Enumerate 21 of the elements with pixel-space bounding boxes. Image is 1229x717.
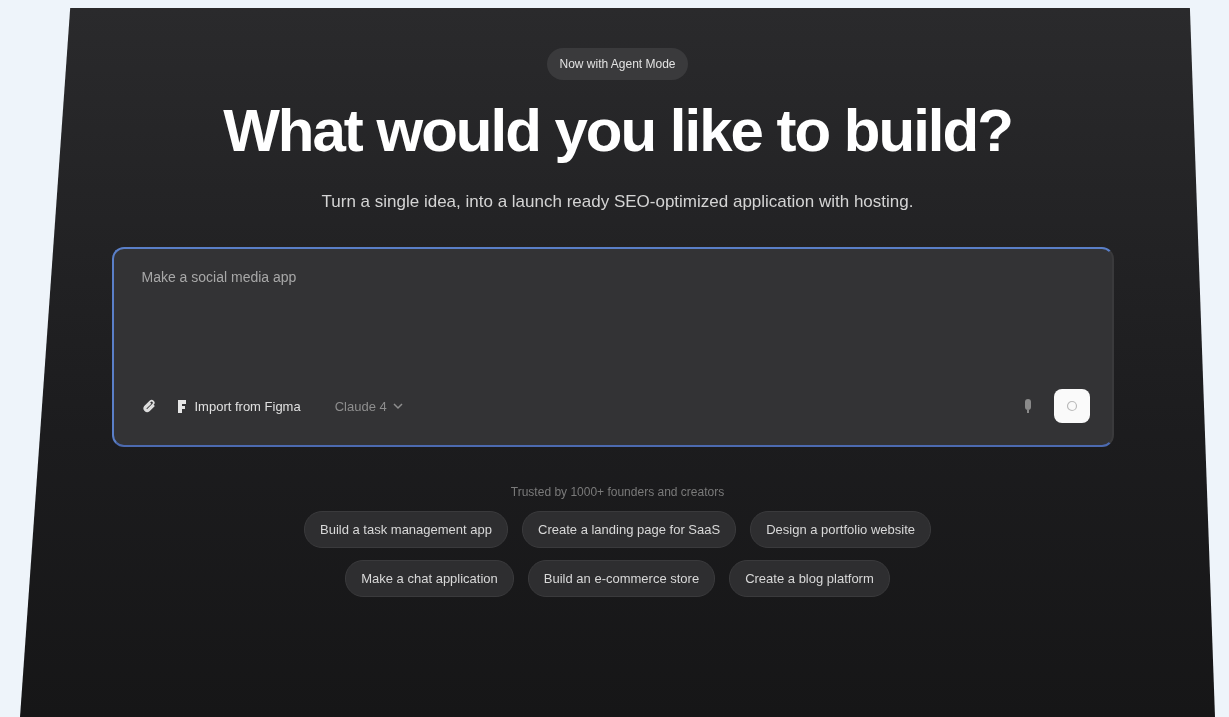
send-button[interactable] [1053, 389, 1090, 423]
spinner-icon [1065, 400, 1078, 412]
chevron-down-icon [391, 400, 404, 412]
suggestion-chip[interactable]: Make a chat application [345, 560, 514, 597]
announcement-badge: Now with Agent Mode [547, 48, 688, 80]
suggestion-chip[interactable]: Design a portfolio website [750, 511, 931, 548]
microphone-button[interactable] [1023, 399, 1032, 413]
suggestion-chip[interactable]: Create a landing page for SaaS [522, 511, 737, 548]
page-subtitle: Turn a single idea, into a launch ready SEO-optimized application with hosting. [320, 191, 915, 213]
model-dropdown[interactable]: Claude 4 [334, 398, 404, 414]
suggestion-chip[interactable]: Build an e-commerce store [527, 560, 716, 597]
figma-icon [177, 399, 187, 413]
paperclip-icon [141, 399, 156, 413]
attach-button[interactable] [141, 399, 156, 413]
suggestion-chip[interactable]: Create a blog platform [729, 560, 890, 597]
prompt-field[interactable]: Make a social media app [141, 269, 1090, 285]
trusted-caption: Trusted by 1000+ founders and creators [510, 485, 725, 499]
suggestion-chip[interactable]: Build a task management app [304, 511, 508, 548]
import-figma-button[interactable]: Import from Figma [177, 398, 301, 414]
page-heading: What would you like to build? [223, 96, 1012, 165]
microphone-icon [1023, 399, 1032, 413]
